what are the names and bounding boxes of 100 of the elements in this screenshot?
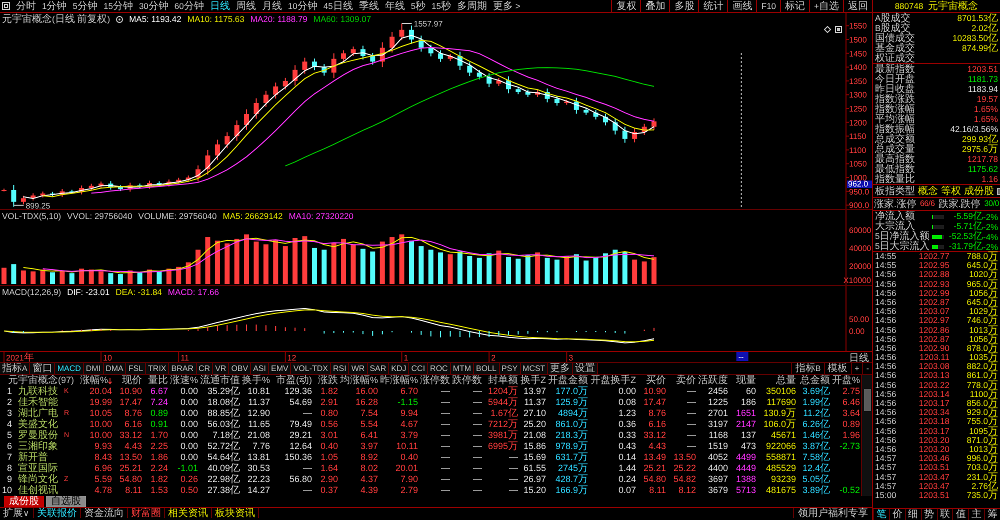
column-header[interactable]: 元宇宙概念(97) [8, 375, 74, 386]
indicator-tab[interactable]: OBV [229, 363, 252, 374]
panel-tab[interactable]: 价 [888, 509, 905, 520]
column-header[interactable]: 现量 [736, 375, 756, 386]
toolbar-button[interactable]: 标记 [780, 0, 810, 12]
indicator-tab[interactable]: PSY [500, 363, 521, 374]
indicator-tab[interactable]: 更多 [548, 363, 574, 374]
indicator-tab[interactable]: DMA [104, 363, 126, 374]
stock-name[interactable]: 宣亚国际 [18, 463, 58, 474]
period-tab[interactable]: 月线 [258, 0, 285, 12]
column-header[interactable]: 封单额 [488, 375, 518, 386]
column-header[interactable]: 开盘金额 [548, 375, 588, 386]
column-header[interactable]: 跌停数 [452, 375, 482, 386]
indicator-tab[interactable]: TRIX [146, 363, 170, 374]
column-header[interactable]: 换手Z [520, 375, 546, 386]
index-type-option[interactable]: 概念 [918, 184, 938, 198]
toolbar-button[interactable]: 多股 [669, 0, 698, 12]
stock-name[interactable]: 佳禾智能 [18, 397, 58, 408]
period-tab[interactable]: 60分钟 [171, 0, 207, 12]
index-type-option[interactable]: 等权 [941, 184, 961, 198]
indicator-tab[interactable]: 指标A [0, 363, 30, 374]
column-header[interactable]: 总金额 [800, 375, 830, 386]
link-button[interactable]: 扩展∨ [0, 508, 34, 518]
panel-tab[interactable]: 联 [936, 509, 952, 520]
period-tab[interactable]: 年线 [382, 0, 408, 12]
link-button[interactable]: 相关资讯 [165, 508, 212, 518]
indicator-tab[interactable]: 设置 [573, 363, 598, 374]
indicator-tab[interactable]: CCI [409, 363, 428, 374]
period-tab[interactable]: 30分钟 [136, 0, 172, 12]
indicator-button[interactable]: - [862, 363, 872, 374]
link-button[interactable]: 资金流向 [81, 508, 128, 518]
column-header[interactable]: 涨幅% [80, 375, 108, 386]
indicator-tab[interactable]: VOL-TDX [291, 363, 332, 374]
panel-tab[interactable]: 主 [968, 509, 984, 520]
list-tab[interactable]: 成份股 [4, 496, 44, 507]
period-tab[interactable]: 10分钟 [284, 0, 320, 12]
indicator-tab[interactable]: CR [196, 363, 214, 374]
list-tab[interactable]: 自选股 [46, 496, 86, 507]
period-tab[interactable]: 周线 [232, 0, 259, 12]
indicator-tab[interactable]: MTM [450, 363, 474, 374]
toolbar-button[interactable]: F10 [756, 0, 780, 12]
link-button[interactable]: 板块资讯 [212, 508, 259, 518]
indicator-tab[interactable]: BRAR [169, 363, 196, 374]
column-header[interactable]: 市盈(动) [276, 375, 312, 386]
column-header[interactable]: 开盘换手Z [590, 375, 636, 386]
stock-name[interactable]: 美盛文化 [18, 419, 58, 430]
stock-name[interactable]: 罗曼股份 [18, 430, 58, 441]
panel-tab[interactable]: 细 [904, 509, 921, 520]
toolbar-button[interactable]: 画线 [727, 0, 756, 12]
indicator-tab[interactable]: RSI [331, 363, 350, 374]
period-tab[interactable]: 更多 > [490, 0, 524, 12]
column-header[interactable]: 涨速% [170, 375, 198, 386]
indicator-tab[interactable]: MCST [520, 363, 548, 374]
stock-name[interactable]: 湖北广电 [18, 408, 58, 419]
indicator-tab[interactable]: ROC [428, 363, 451, 374]
column-header[interactable]: 流通市值 [200, 375, 240, 386]
indicator-button[interactable]: 指标B [791, 363, 824, 374]
period-tab[interactable]: 45日线 [320, 0, 356, 12]
period-tab[interactable]: 1分钟 [39, 0, 70, 12]
period-tab[interactable]: 日线 [206, 0, 233, 12]
column-header[interactable]: 均涨幅% [340, 375, 378, 386]
stock-name[interactable]: 九联科技 [18, 386, 58, 397]
indicator-tab[interactable]: 窗口 [30, 363, 56, 374]
period-tab[interactable]: 15秒 [428, 0, 454, 12]
indicator-button[interactable]: 模板 [824, 363, 851, 374]
period-tab[interactable]: 5秒 [408, 0, 429, 12]
toolbar-button[interactable]: +自选 [809, 0, 843, 12]
link-button[interactable]: 关联报价 [34, 508, 81, 518]
toolbar-button[interactable]: 叠加 [640, 0, 670, 12]
panel-tab[interactable]: 值 [952, 509, 968, 520]
period-tab[interactable]: 15分钟 [100, 0, 136, 12]
panel-tab[interactable]: 势 [920, 509, 936, 520]
stock-name[interactable]: 佳创视讯 [18, 485, 58, 496]
period-tab[interactable]: 多周期 [454, 0, 490, 12]
column-header[interactable]: 活跃度 [698, 375, 728, 386]
stock-name[interactable]: 锋尚文化 [18, 474, 58, 485]
link-button[interactable]: 财富圈 [128, 508, 165, 518]
indicator-tab[interactable]: EMV [269, 363, 292, 374]
indicator-tab[interactable]: KDJ [389, 363, 410, 374]
period-tab[interactable]: 分时 [13, 0, 39, 12]
index-type-option[interactable]: 成份股 [964, 184, 994, 198]
indicator-tab[interactable]: MACD [55, 363, 84, 374]
column-header[interactable]: 开盘% [832, 375, 860, 386]
column-header[interactable]: 买价 [646, 375, 666, 386]
indicator-tab[interactable]: DMI [84, 363, 104, 374]
stock-name[interactable]: 新开普 [18, 452, 48, 463]
indicator-tab[interactable]: ASI [251, 363, 269, 374]
column-header[interactable]: 昨涨幅% [380, 375, 418, 386]
indicator-tab[interactable]: SAR [368, 363, 390, 374]
toolbar-button[interactable]: 统计 [698, 0, 728, 12]
period-tab[interactable]: 季线 [356, 0, 382, 12]
indicator-tab[interactable]: WR [349, 363, 368, 374]
column-header[interactable]: 卖价 [676, 375, 696, 386]
column-header[interactable]: 涨跌 [318, 375, 338, 386]
column-header[interactable]: 现价 [122, 375, 142, 386]
indicator-tab[interactable]: BOLL [474, 363, 500, 374]
toolbar-button[interactable]: 返回 [843, 0, 872, 12]
stock-name[interactable]: 三湘印象 [18, 441, 58, 452]
period-tab[interactable]: 5分钟 [70, 0, 100, 12]
panel-tab[interactable]: 笔 [873, 509, 889, 520]
